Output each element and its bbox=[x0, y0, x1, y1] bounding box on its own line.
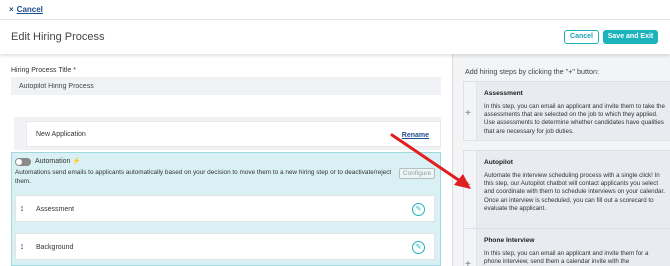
step-background[interactable]: ↕ Background ✎ bbox=[15, 233, 435, 260]
automation-label: Automation ⚡ bbox=[35, 158, 82, 165]
close-icon: × bbox=[9, 5, 14, 14]
step-label: Background bbox=[36, 244, 74, 251]
automation-description: Automations send emails to applicants au… bbox=[15, 169, 392, 185]
drag-handle-icon[interactable]: ↕ bbox=[18, 203, 26, 215]
required-marker: * bbox=[73, 67, 76, 74]
title-field-label: Hiring Process Title * bbox=[11, 67, 76, 74]
library-card-phone-interview: + Phone Interview In this step, you can … bbox=[463, 228, 670, 266]
drag-handle-icon[interactable]: ↕ bbox=[18, 241, 26, 253]
step-card: New Application Rename bbox=[26, 121, 441, 147]
page-header: Edit Hiring Process Cancel Save and Exit bbox=[0, 20, 670, 54]
card-title: Phone Interview bbox=[484, 237, 535, 244]
card-title: Autopilot bbox=[484, 159, 513, 166]
automation-toggle[interactable] bbox=[15, 158, 31, 166]
automation-panel: Automation ⚡ Automations send emails to … bbox=[11, 152, 441, 266]
library-card-assessment: + Assessment In this step, you can email… bbox=[463, 81, 670, 141]
step-new-application: New Application Rename bbox=[14, 117, 441, 150]
save-and-exit-button[interactable]: Save and Exit bbox=[603, 30, 658, 44]
cancel-button[interactable]: Cancel bbox=[564, 30, 599, 44]
step-label: Assessment bbox=[36, 206, 75, 213]
step-label: New Application bbox=[36, 131, 86, 138]
step-assessment[interactable]: ↕ Assessment ✎ bbox=[15, 195, 435, 222]
edit-pencil-icon[interactable]: ✎ bbox=[412, 241, 425, 254]
card-description: In this step, you can email an applicant… bbox=[484, 103, 665, 135]
hiring-steps-library: Add hiring steps by clicking the "+" but… bbox=[452, 54, 670, 266]
configure-button[interactable]: Configure bbox=[399, 168, 435, 179]
add-plus-icon[interactable]: + bbox=[465, 180, 471, 191]
add-plus-icon[interactable]: + bbox=[465, 108, 471, 119]
cancel-link[interactable]: × Cancel bbox=[9, 5, 43, 14]
add-plus-icon[interactable]: + bbox=[465, 259, 471, 266]
library-heading: Add hiring steps by clicking the "+" but… bbox=[465, 67, 599, 76]
bolt-icon: ⚡ bbox=[72, 158, 82, 165]
edit-pencil-icon[interactable]: ✎ bbox=[412, 203, 425, 216]
card-title: Assessment bbox=[484, 90, 523, 97]
hiring-process-editor: Hiring Process Title * New Application R… bbox=[0, 54, 452, 266]
hiring-process-title-input[interactable] bbox=[11, 77, 441, 95]
page-title: Edit Hiring Process bbox=[11, 31, 105, 43]
toggle-knob bbox=[16, 159, 22, 165]
cancel-link-label: Cancel bbox=[16, 5, 43, 14]
card-description: In this step, you can email an applicant… bbox=[484, 250, 649, 266]
card-description: Automate the interview scheduling proces… bbox=[484, 172, 665, 212]
top-bar: × Cancel bbox=[0, 0, 670, 20]
rename-link[interactable]: Rename bbox=[402, 132, 429, 139]
